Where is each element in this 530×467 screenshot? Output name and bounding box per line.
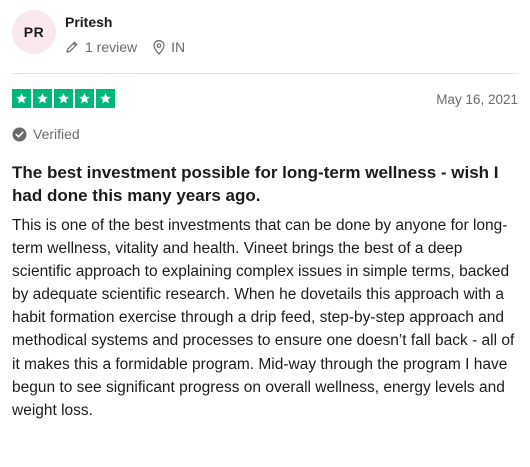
- avatar[interactable]: PR: [12, 10, 56, 54]
- star-icon: [58, 93, 69, 104]
- reviewer-name[interactable]: Pritesh: [65, 13, 201, 31]
- verified-label: Verified: [33, 126, 80, 142]
- star-icon: [100, 93, 111, 104]
- reviewer-header: PR Pritesh 1 review IN: [12, 10, 201, 55]
- star-icon: [37, 93, 48, 104]
- pencil-icon: [66, 41, 78, 53]
- review-date: May 16, 2021: [436, 92, 518, 107]
- review-count-label: 1 review: [85, 39, 138, 55]
- verified-badge[interactable]: Verified: [12, 126, 80, 142]
- star-box: [54, 89, 73, 108]
- reviewer-location: IN: [153, 39, 185, 55]
- star-box: [12, 89, 31, 108]
- reviewer-meta: 1 review IN: [65, 39, 201, 55]
- star-icon: [79, 93, 90, 104]
- star-box: [75, 89, 94, 108]
- review-card: PR Pritesh 1 review IN May 16, 2021 Veri…: [0, 0, 530, 467]
- divider: [12, 73, 518, 74]
- location-label: IN: [171, 39, 186, 55]
- reviewer-info: Pritesh 1 review IN: [65, 13, 201, 55]
- location-pin-icon: [153, 39, 165, 55]
- review-count: 1 review: [65, 39, 137, 55]
- star-box: [33, 89, 52, 108]
- star-box: [96, 89, 115, 108]
- review-title[interactable]: The best investment possible for long-te…: [12, 161, 518, 207]
- star-icon: [16, 93, 27, 104]
- star-rating: [12, 89, 117, 108]
- review-body: This is one of the best investments that…: [12, 217, 515, 419]
- verified-check-icon: [12, 127, 27, 141]
